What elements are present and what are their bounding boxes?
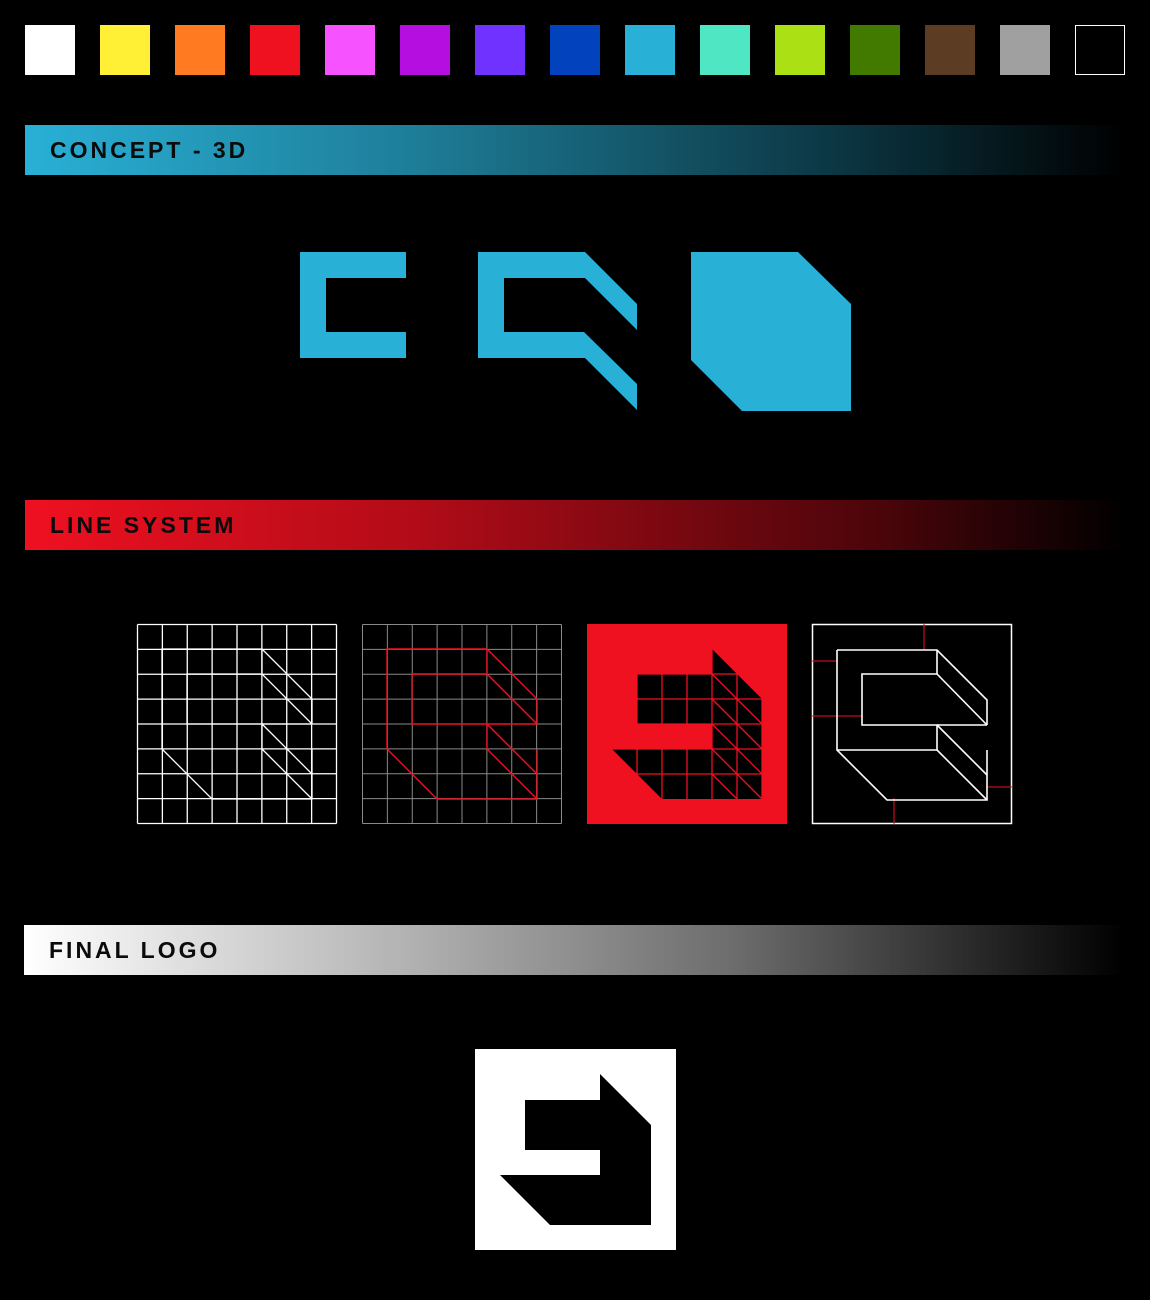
swatch-yellow (100, 25, 150, 75)
section-title-line-system: LINE SYSTEM (50, 511, 237, 538)
swatch-purple (400, 25, 450, 75)
outline-logo-3d (836, 649, 988, 801)
concept-shape-solid-block (691, 252, 851, 411)
swatch-brown (925, 25, 975, 75)
swatch-blue (550, 25, 600, 75)
concept-3d-shapes (300, 252, 851, 411)
concept-shape-extruded-outline (478, 252, 637, 410)
swatch-green (850, 25, 900, 75)
final-logo (475, 1049, 676, 1250)
concept-shape-front-face (300, 252, 406, 358)
swatch-orange (175, 25, 225, 75)
swatch-mint (700, 25, 750, 75)
swatch-black (1075, 25, 1125, 75)
section-title-concept-3d: CONCEPT - 3D (50, 136, 249, 163)
swatch-gray (1000, 25, 1050, 75)
swatch-pink (325, 25, 375, 75)
section-header-concept-3d: CONCEPT - 3D (25, 125, 1125, 175)
section-title-final-logo: FINAL LOGO (49, 936, 221, 963)
line-system-3d-outline (811, 623, 1013, 825)
section-header-final-logo: FINAL LOGO (24, 925, 1124, 975)
color-palette (0, 0, 1150, 100)
swatch-white (25, 25, 75, 75)
line-system-white-grid (136, 623, 338, 825)
swatch-red (250, 25, 300, 75)
section-header-line-system: LINE SYSTEM (25, 500, 1125, 550)
swatch-lime (775, 25, 825, 75)
swatch-violet (475, 25, 525, 75)
line-system-red-grid (362, 624, 562, 824)
swatch-cyan (625, 25, 675, 75)
line-system-red-pixel-logo (587, 624, 787, 824)
